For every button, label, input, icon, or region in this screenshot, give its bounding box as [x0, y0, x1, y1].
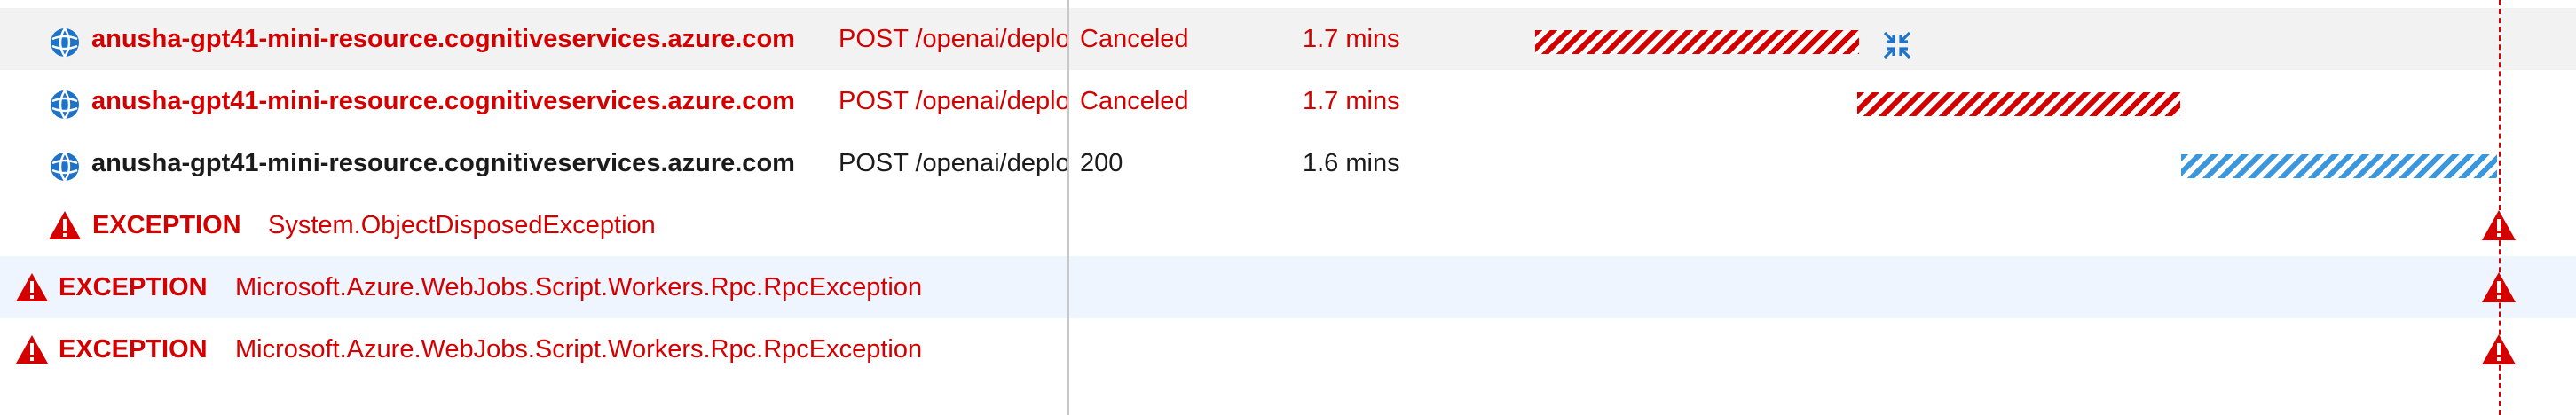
duration: 1.7 mins [1303, 25, 1400, 53]
globe-icon [51, 152, 79, 182]
exception-label: EXCEPTION [92, 211, 241, 239]
exception-marker-icon[interactable] [2481, 271, 2517, 303]
globe-icon [51, 27, 79, 58]
exception-marker-icon[interactable] [2481, 209, 2517, 241]
warning-icon [16, 273, 48, 301]
dependency-name: anusha-gpt41-mini-resource.cognitiveserv… [91, 25, 795, 53]
dependency-name: anusha-gpt41-mini-resource.cognitiveserv… [91, 87, 795, 115]
dependency-row[interactable]: anusha-gpt41-mini-resource.cognitiveserv… [0, 70, 2576, 132]
result-code: Canceled [1080, 25, 1189, 53]
exception-message: Microsoft.Azure.WebJobs.Script.Workers.R… [235, 273, 923, 301]
timeline-bar-success[interactable] [2181, 154, 2497, 178]
dependency-command: POST /openai/deployments/gpt-4.1-mini/ch… [839, 149, 1067, 177]
exception-row[interactable]: EXCEPTION System.ObjectDisposedException [0, 194, 2576, 256]
exception-message: System.ObjectDisposedException [268, 211, 656, 239]
exception-row[interactable]: EXCEPTION Microsoft.Azure.WebJobs.Script… [0, 256, 2576, 318]
result-code: Canceled [1080, 87, 1189, 115]
dependency-name: anusha-gpt41-mini-resource.cognitiveserv… [91, 149, 795, 177]
duration: 1.6 mins [1303, 149, 1400, 177]
warning-icon [49, 211, 81, 239]
dependency-command: POST /openai/deployments/gpt-4.1-mini/ch… [839, 25, 1067, 53]
exception-label: EXCEPTION [59, 335, 208, 364]
result-code: 200 [1080, 149, 1123, 177]
collapse-icon[interactable] [1882, 30, 1912, 60]
timeline-bar-failed[interactable] [1857, 92, 2180, 116]
column-divider[interactable] [1067, 0, 1069, 415]
timeline-bar-failed[interactable] [1535, 30, 1859, 54]
warning-icon [16, 335, 48, 364]
dependency-row[interactable]: anusha-gpt41-mini-resource.cognitiveserv… [0, 132, 2576, 194]
exception-label: EXCEPTION [59, 273, 208, 301]
exception-marker-icon[interactable] [2481, 333, 2517, 365]
dependency-row[interactable]: anusha-gpt41-mini-resource.cognitiveserv… [0, 8, 2576, 70]
exception-message: Microsoft.Azure.WebJobs.Script.Workers.R… [235, 335, 923, 364]
duration: 1.7 mins [1303, 87, 1400, 115]
exception-row[interactable]: EXCEPTION Microsoft.Azure.WebJobs.Script… [0, 318, 2576, 380]
dependency-command: POST /openai/deployments/gpt-4.1-mini/ch… [839, 87, 1067, 115]
globe-icon [51, 90, 79, 120]
